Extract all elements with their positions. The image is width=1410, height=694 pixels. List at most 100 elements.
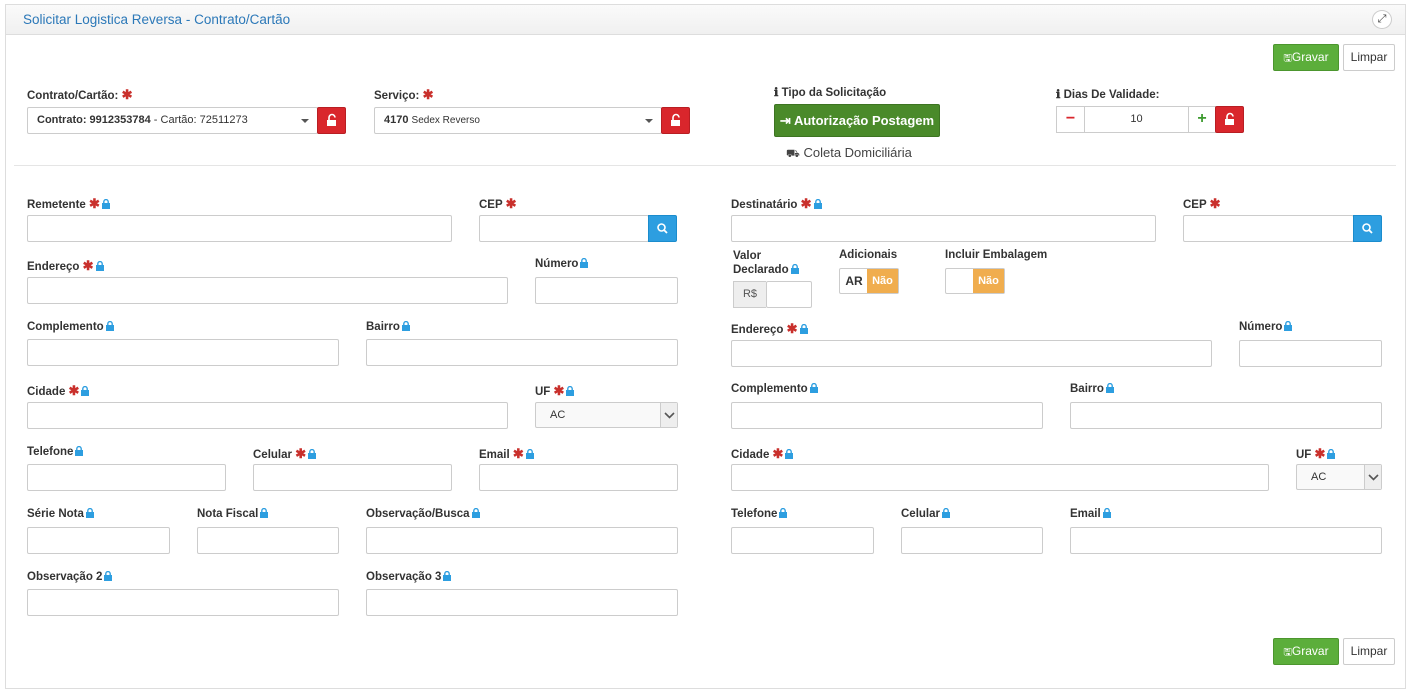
lock-icon xyxy=(81,386,90,396)
adicionais-label: Adicionais xyxy=(839,249,898,261)
contrato-label: Contrato/Cartão: ✱ xyxy=(27,87,133,102)
destinatario-numero-label: Número xyxy=(1239,321,1293,333)
remetente-complemento-label: Complemento xyxy=(27,321,114,333)
page-title: Solicitar Logistica Reversa - Contrato/C… xyxy=(23,12,291,27)
destinatario-uf-label: UF ✱ xyxy=(1296,446,1336,462)
lock-icon xyxy=(1105,383,1114,393)
remetente-complemento-input[interactable] xyxy=(27,339,339,366)
panel-header: Solicitar Logistica Reversa - Contrato/C… xyxy=(6,5,1405,35)
destinatario-celular-input[interactable] xyxy=(901,527,1043,554)
info-icon: ℹ xyxy=(1056,89,1061,101)
destinatario-endereco-input[interactable] xyxy=(731,340,1212,367)
observacao2-input[interactable] xyxy=(27,589,339,616)
unlock-icon xyxy=(327,113,336,126)
remetente-input[interactable] xyxy=(27,215,452,242)
remetente-bairro-label: Bairro xyxy=(366,321,410,333)
observacao3-label: Observação 3 xyxy=(366,571,452,583)
destinatario-uf-select[interactable]: AC xyxy=(1296,464,1382,490)
save-icon: 🖫 xyxy=(1283,647,1292,658)
serie-nota-input[interactable] xyxy=(27,527,170,554)
lock-icon xyxy=(101,199,110,209)
valor-declarado-input[interactable] xyxy=(766,281,812,308)
incluir-embalagem-label: Incluir Embalagem xyxy=(945,249,1048,261)
tipo-coleta-option[interactable]: ⛟ Coleta Domiciliária xyxy=(786,145,912,162)
remetente-numero-input[interactable] xyxy=(535,277,678,304)
lock-icon xyxy=(443,571,452,581)
remetente-numero-label: Número xyxy=(535,258,589,270)
chevron-down-icon xyxy=(301,119,309,123)
increment-button[interactable]: + xyxy=(1188,106,1216,133)
lock-icon xyxy=(401,321,410,331)
lock-icon xyxy=(104,571,113,581)
clear-button-top[interactable]: Limpar xyxy=(1343,44,1395,71)
lock-icon xyxy=(1102,508,1111,518)
decrement-button[interactable]: − xyxy=(1056,106,1085,133)
servico-select[interactable]: 4170 Sedex Reverso xyxy=(374,107,662,134)
lock-icon xyxy=(813,199,822,209)
save-icon: 🖫 xyxy=(1283,53,1292,64)
lock-icon xyxy=(260,508,269,518)
destinatario-complemento-input[interactable] xyxy=(731,402,1043,429)
incluir-embalagem-toggle[interactable]: Não xyxy=(945,268,1005,294)
destinatario-cep-search-button[interactable] xyxy=(1353,215,1382,242)
lock-icon xyxy=(308,449,317,459)
contrato-unlock-button[interactable] xyxy=(317,107,346,134)
destinatario-cep-input[interactable] xyxy=(1183,215,1354,242)
lock-icon xyxy=(580,258,589,268)
lock-icon xyxy=(1284,321,1293,331)
observacao-busca-label: Observação/Busca xyxy=(366,508,480,520)
destinatario-telefone-label: Telefone xyxy=(731,508,788,520)
save-button-bottom[interactable]: 🖫Gravar xyxy=(1273,638,1339,665)
contrato-select[interactable]: Contrato: 9912353784 - Cartão: 72511273 xyxy=(27,107,318,134)
valor-declarado-label: Valor Declarado xyxy=(733,249,799,277)
chevron-down-icon xyxy=(645,119,653,123)
expand-icon[interactable]: ⤢ xyxy=(1372,10,1392,29)
remetente-bairro-input[interactable] xyxy=(366,339,678,366)
destinatario-cidade-input[interactable] xyxy=(731,464,1269,491)
remetente-endereco-input[interactable] xyxy=(27,277,508,304)
truck-icon: ⛟ xyxy=(786,148,800,160)
destinatario-email-input[interactable] xyxy=(1070,527,1382,554)
lock-icon xyxy=(779,508,788,518)
remetente-uf-select[interactable]: AC xyxy=(535,402,678,428)
chevron-down-icon xyxy=(660,403,677,427)
nota-fiscal-input[interactable] xyxy=(197,527,339,554)
remetente-celular-input[interactable] xyxy=(253,464,452,491)
lock-icon xyxy=(790,264,799,274)
servico-unlock-button[interactable] xyxy=(661,107,690,134)
remetente-email-label: Email ✱ xyxy=(479,446,534,462)
lock-icon xyxy=(75,446,84,456)
save-button-top[interactable]: 🖫Gravar xyxy=(1273,44,1339,71)
currency-addon: R$ xyxy=(733,281,766,308)
adicionais-ar-toggle[interactable]: AR Não xyxy=(839,268,899,294)
servico-label: Serviço: ✱ xyxy=(374,87,434,102)
remetente-email-input[interactable] xyxy=(479,464,678,491)
tipo-autorizacao-button[interactable]: ⇥ Autorização Postagem xyxy=(774,104,940,137)
destinatario-cidade-label: Cidade ✱ xyxy=(731,446,794,462)
divider xyxy=(14,165,1396,166)
destinatario-bairro-input[interactable] xyxy=(1070,402,1382,429)
observacao-busca-input[interactable] xyxy=(366,527,678,554)
lock-icon xyxy=(566,386,575,396)
destinatario-complemento-label: Complemento xyxy=(731,383,818,395)
destinatario-telefone-input[interactable] xyxy=(731,527,874,554)
lock-icon xyxy=(525,449,534,459)
remetente-cidade-label: Cidade ✱ xyxy=(27,383,90,399)
remetente-label: Remetente ✱ xyxy=(27,196,110,212)
dias-input[interactable]: 10 xyxy=(1084,106,1189,133)
dias-unlock-button[interactable] xyxy=(1215,106,1244,133)
destinatario-endereco-label: Endereço ✱ xyxy=(731,321,808,337)
nota-fiscal-label: Nota Fiscal xyxy=(197,508,269,520)
lock-icon xyxy=(809,383,818,393)
destinatario-numero-input[interactable] xyxy=(1239,340,1382,367)
remetente-cep-search-button[interactable] xyxy=(648,215,677,242)
remetente-cep-input[interactable] xyxy=(479,215,649,242)
destinatario-celular-label: Celular xyxy=(901,508,950,520)
observacao3-input[interactable] xyxy=(366,589,678,616)
destinatario-input[interactable] xyxy=(731,215,1156,242)
clear-button-bottom[interactable]: Limpar xyxy=(1343,638,1395,665)
chevron-down-icon xyxy=(1364,465,1381,489)
remetente-telefone-input[interactable] xyxy=(27,464,226,491)
lock-icon xyxy=(105,321,114,331)
remetente-cidade-input[interactable] xyxy=(27,402,508,429)
